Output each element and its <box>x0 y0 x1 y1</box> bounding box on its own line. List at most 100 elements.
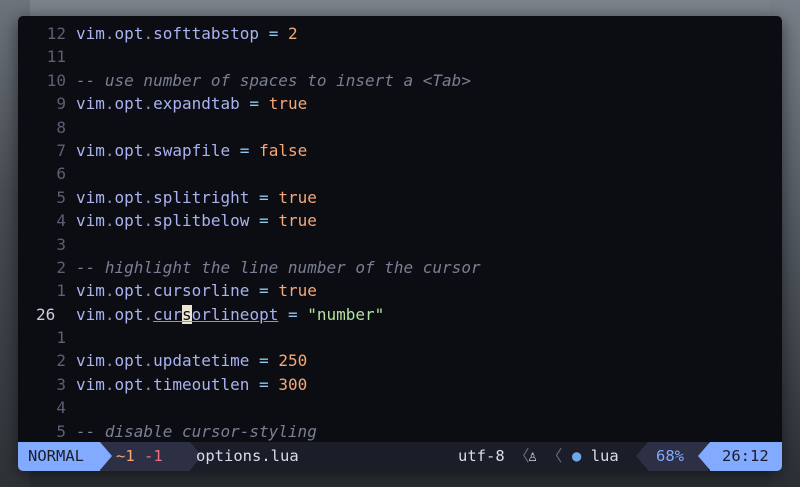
line-number: 1 <box>56 281 66 301</box>
diff-removed-count: -1 <box>144 447 163 465</box>
lua-icon: ● <box>572 447 582 465</box>
token-dot: . <box>143 304 154 324</box>
token-bool: true <box>278 187 317 207</box>
token-dot: . <box>143 351 154 371</box>
filetype-segment: ● lua <box>572 442 619 471</box>
token-dot: . <box>104 24 115 43</box>
code-line[interactable]: 7 vim.opt.swapfile = false <box>18 139 782 162</box>
token-comment: -- use number of spaces to insert a <Tab… <box>76 70 471 90</box>
filename: options.lua <box>196 447 299 465</box>
token-ident: opt <box>114 351 144 371</box>
code-line[interactable]: 5 -- disable cursor-styling <box>18 420 782 442</box>
token-ident: opt <box>114 304 144 324</box>
token-op: = <box>278 304 308 324</box>
line-number: 12 <box>46 24 66 43</box>
code-line[interactable]: 8 <box>18 116 782 139</box>
line-number: 10 <box>46 70 66 90</box>
editor-buffer[interactable]: 12 vim.opt.softtabstop = 2 11 10 -- use numb… <box>18 22 782 442</box>
token-ident-ul: orlineopt <box>191 304 279 324</box>
code-line[interactable]: 10 -- use number of spaces to insert a <T… <box>18 69 782 92</box>
line-number: 6 <box>56 164 66 184</box>
linux-icon: ♙ <box>528 447 538 465</box>
position-separator-arrow <box>698 442 710 470</box>
token-ident: vim <box>76 281 105 301</box>
line-number: 4 <box>56 398 66 418</box>
token-ident: vim <box>76 24 105 43</box>
code-line[interactable]: 9 vim.opt.expandtab = true <box>18 92 782 115</box>
line-code: vim.opt.updatetime = 250 <box>76 349 307 372</box>
token-bool: false <box>259 140 308 160</box>
line-code: vim.opt.expandtab = true <box>76 92 307 115</box>
cursor: s <box>182 304 192 324</box>
line-number: 8 <box>56 117 66 137</box>
token-dot: . <box>143 374 154 394</box>
token-op: = <box>249 211 279 231</box>
code-line[interactable]: 3 vim.opt.timeoutlen = 300 <box>18 373 782 396</box>
token-dot: . <box>143 94 154 114</box>
token-dot: . <box>104 94 115 114</box>
token-ident: opt <box>114 374 144 394</box>
token-ident: vim <box>76 351 105 371</box>
diff-added-count: ~1 <box>116 447 135 465</box>
line-number: 9 <box>56 94 66 114</box>
token-ident: opt <box>114 187 144 207</box>
code-line[interactable]: 6 <box>18 162 782 185</box>
token-dot: . <box>104 211 115 231</box>
token-ident: vim <box>76 94 105 114</box>
token-op: = <box>239 94 269 114</box>
filetype: lua <box>590 447 619 465</box>
token-dot: . <box>104 374 115 394</box>
statusline: NORMAL ~1 -1 options.lua utf-8 〈 ♙ 〈 ● l… <box>18 442 782 471</box>
line-code: vim.opt.softtabstop = 2 <box>76 22 298 45</box>
token-dot: . <box>143 281 154 301</box>
code-line[interactable]: 1 <box>18 326 782 349</box>
token-op: = <box>230 140 260 160</box>
os-segment: ♙ 〈 <box>528 442 562 471</box>
code-line[interactable]: 1 vim.opt.cursorline = true <box>18 279 782 302</box>
code-line[interactable]: 4 <box>18 396 782 419</box>
line-code: vim.opt.splitright = true <box>76 186 317 209</box>
line-number: 11 <box>46 47 66 67</box>
line-code: -- highlight the line number of the curs… <box>76 256 481 279</box>
code-line[interactable]: 12 vim.opt.softtabstop = 2 <box>18 22 782 45</box>
token-bool: true <box>278 211 317 231</box>
line-number: 1 <box>56 328 66 348</box>
code-line[interactable]: 2 -- highlight the line number of the cur… <box>18 256 782 279</box>
token-ident: expandtab <box>153 94 240 114</box>
terminal-window: 12 vim.opt.softtabstop = 2 11 10 -- use numb… <box>18 16 782 471</box>
token-ident: splitbelow <box>153 211 250 231</box>
code-line[interactable]: 3 <box>18 233 782 256</box>
code-line[interactable]: 11 <box>18 45 782 68</box>
line-number: 3 <box>56 374 66 394</box>
token-bool: true <box>278 281 317 301</box>
code-line[interactable]: 5 vim.opt.splitright = true <box>18 186 782 209</box>
current-line[interactable]: 26 vim.opt.cursorlineopt = "number" <box>18 303 782 326</box>
token-op: = <box>259 24 288 43</box>
line-code: -- disable cursor-styling <box>76 420 317 442</box>
token-dot: . <box>104 140 115 160</box>
percent-separator-arrow <box>636 442 648 470</box>
line-code: vim.opt.cursorlineopt = "number" <box>76 303 384 326</box>
token-ident-ul: cur <box>153 304 182 324</box>
line-code: vim.opt.splitbelow = true <box>76 209 317 232</box>
token-op: = <box>249 281 279 301</box>
token-dot: . <box>104 304 115 324</box>
mode-indicator: NORMAL <box>18 442 100 471</box>
line-code: vim.opt.timeoutlen = 300 <box>76 373 307 396</box>
line-code: -- use number of spaces to insert a <Tab… <box>76 69 471 92</box>
token-str: "number" <box>307 304 385 324</box>
token-ident: vim <box>76 304 105 324</box>
separator-chevron: 〈 <box>546 447 563 465</box>
code-line[interactable]: 2 vim.opt.updatetime = 250 <box>18 349 782 372</box>
token-num: 250 <box>278 351 308 371</box>
encoding: utf-8 <box>458 447 505 465</box>
token-dot: . <box>104 187 115 207</box>
cursor-position: 26:12 <box>710 442 782 471</box>
encoding-segment: utf-8 〈 <box>458 442 530 471</box>
token-ident: vim <box>76 140 105 160</box>
code-line[interactable]: 4 vim.opt.splitbelow = true <box>18 209 782 232</box>
token-ident: opt <box>114 140 144 160</box>
mode-separator-arrow <box>100 442 112 470</box>
token-ident: opt <box>114 211 144 231</box>
token-dot: . <box>143 187 154 207</box>
